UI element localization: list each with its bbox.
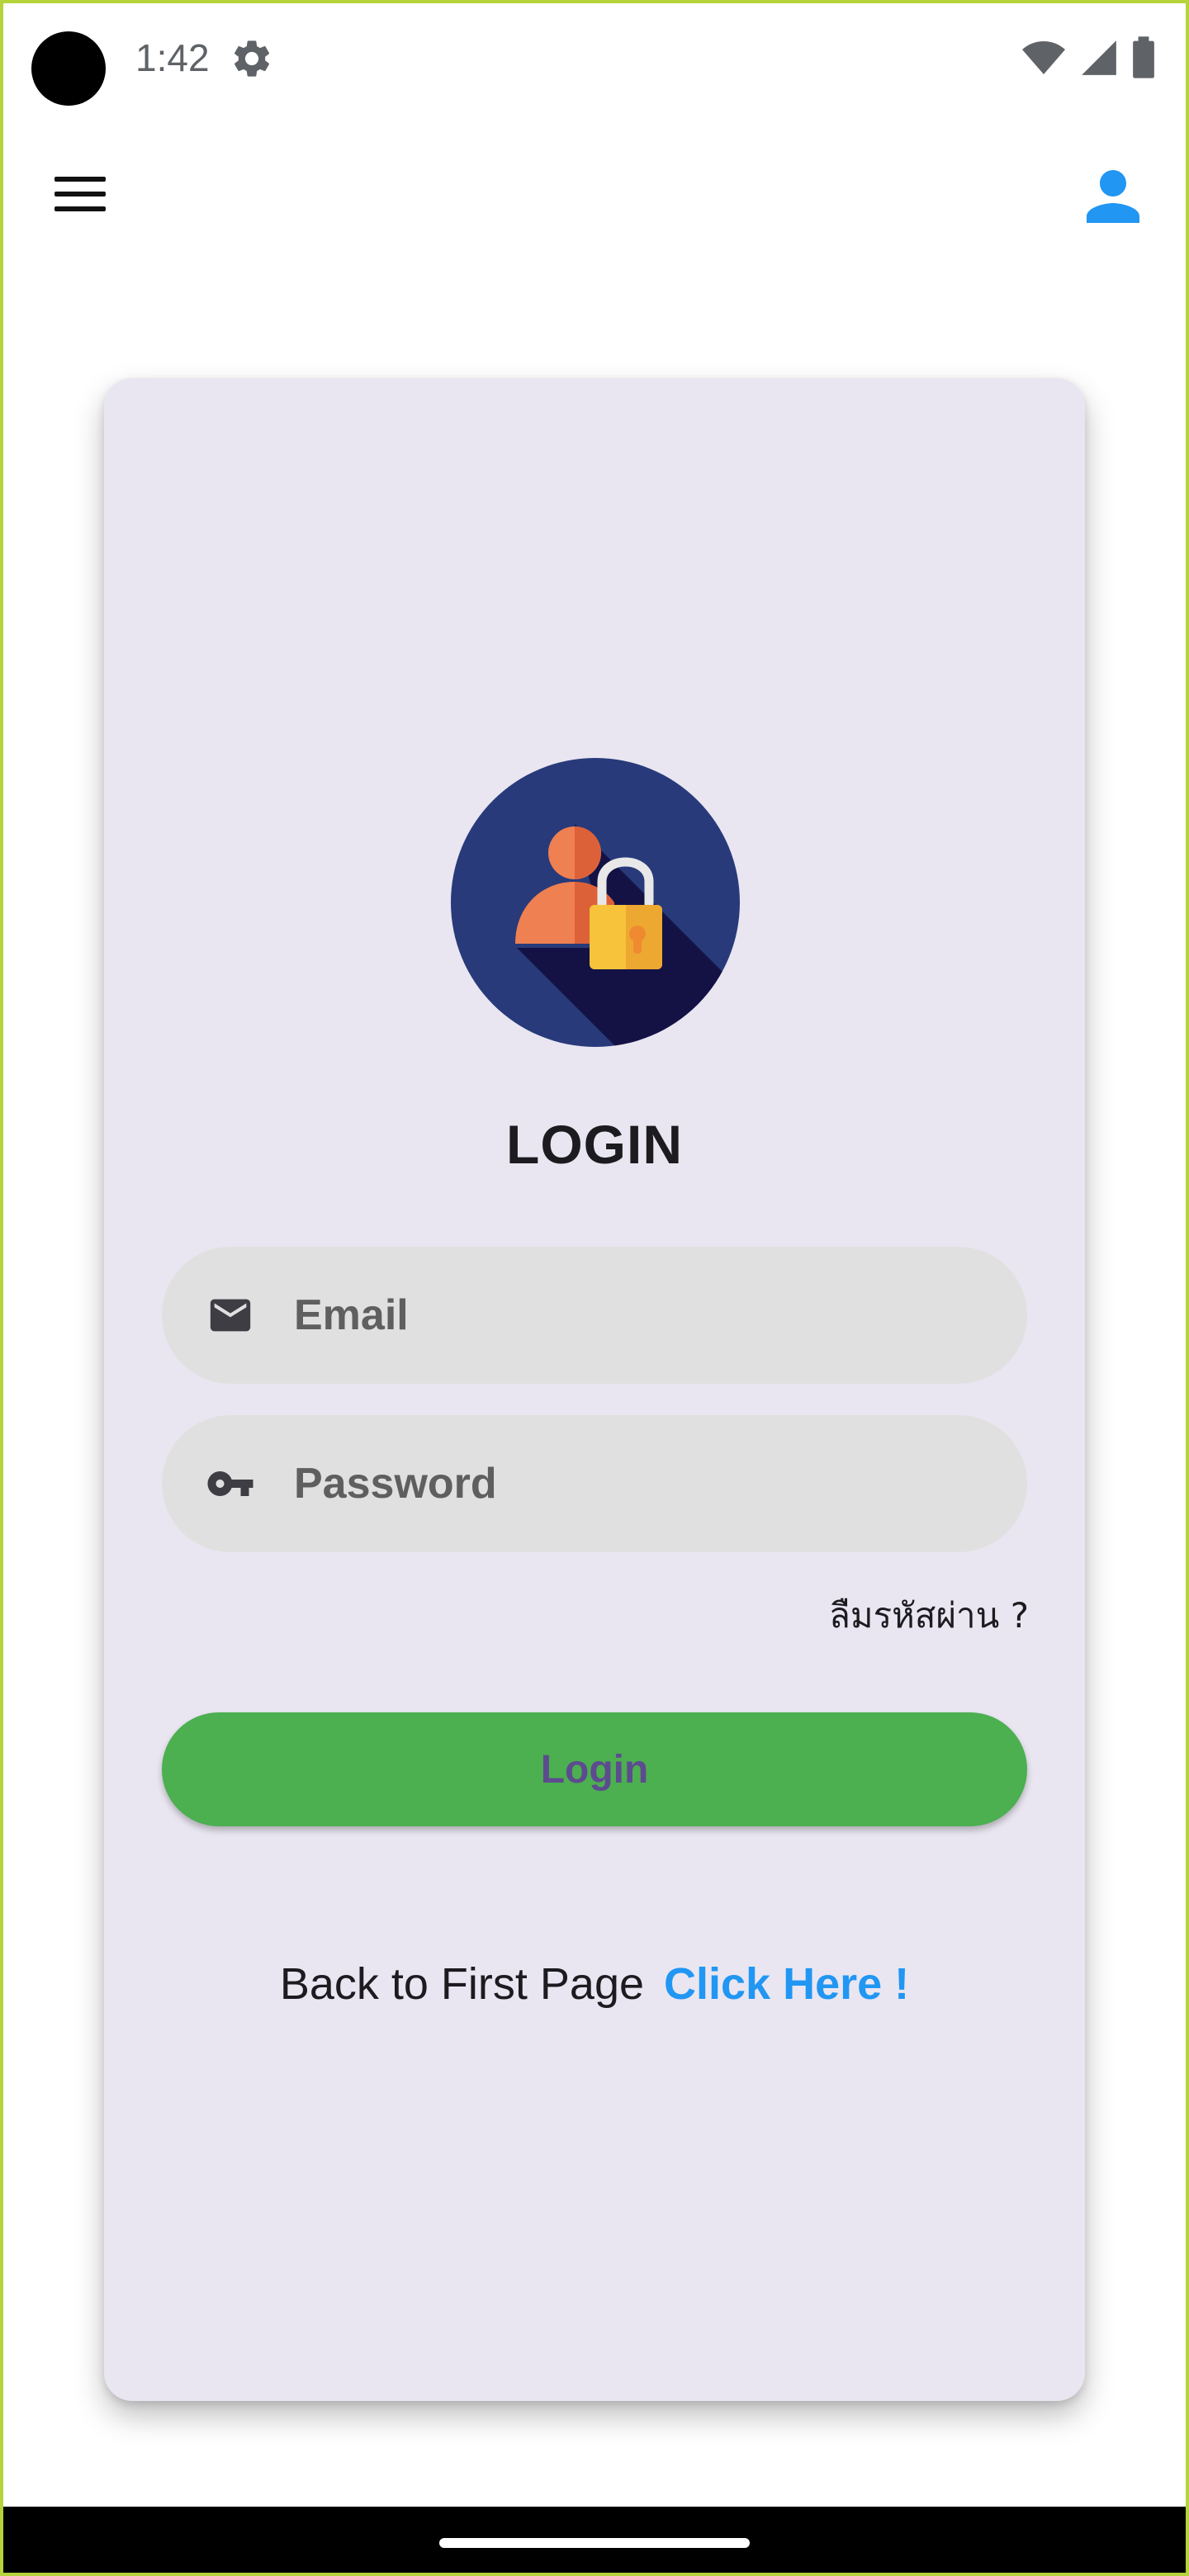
forgot-password-link[interactable]: ลืมรหัสผ่าน ? [829,1589,1029,1643]
back-text: Back to First Page [279,1959,645,2009]
click-here-link[interactable]: Click Here ! [664,1959,909,2009]
back-to-first-page-row: Back to First Page Click Here ! [104,1958,1085,2010]
settings-gear-icon [230,36,274,85]
camera-cutout [31,31,106,106]
email-field[interactable] [162,1247,1027,1384]
login-button[interactable]: Login [162,1712,1027,1826]
status-bar: 1:42 [0,0,1189,116]
person-icon[interactable] [1073,157,1153,236]
hamburger-menu-icon[interactable] [43,165,117,223]
login-card: LOGIN ลืมรหัสผ่าน ? Login Back to First … [104,378,1085,2401]
page-title: LOGIN [506,1114,683,1175]
navigation-bar [0,2507,1189,2576]
wifi-icon [1022,41,1065,74]
password-field[interactable] [162,1415,1027,1552]
cellular-signal-icon [1082,40,1116,75]
home-indicator[interactable] [439,2538,750,2548]
app-bar [0,132,1189,256]
password-input[interactable] [292,1458,973,1509]
status-icons [1021,36,1156,79]
mail-icon [201,1291,259,1339]
email-input[interactable] [292,1290,973,1341]
user-lock-icon [451,758,740,1047]
key-icon [201,1459,259,1508]
battery-icon [1133,36,1154,78]
status-time: 1:42 [135,36,210,79]
